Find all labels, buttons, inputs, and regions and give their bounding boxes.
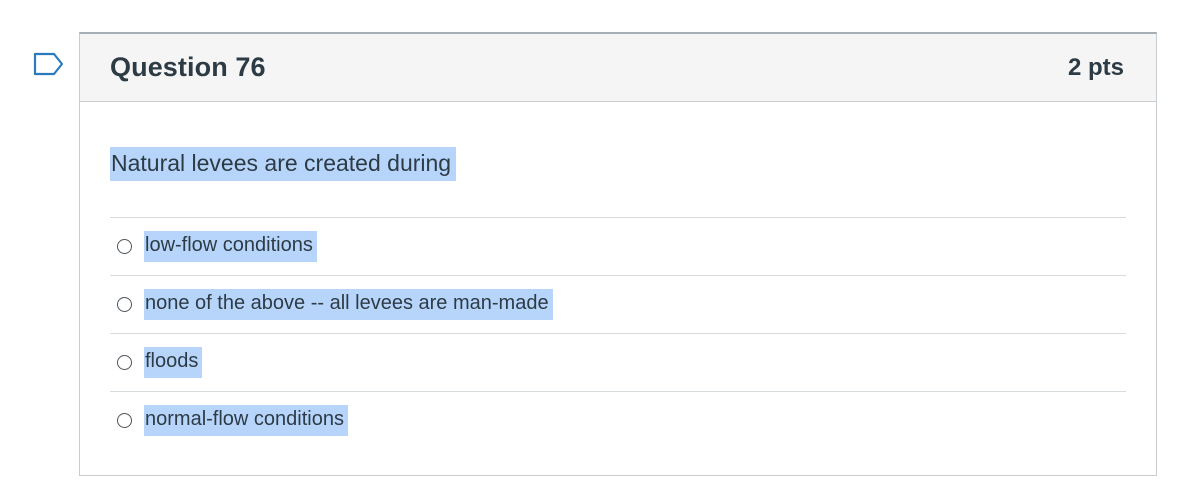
answer-list: low-flow conditions none of the above --… xyxy=(110,217,1126,449)
answer-option[interactable]: normal-flow conditions xyxy=(110,392,1126,449)
answer-option[interactable]: low-flow conditions xyxy=(110,218,1126,277)
radio-button[interactable] xyxy=(117,355,132,371)
radio-button[interactable] xyxy=(117,239,132,255)
answer-label[interactable]: none of the above -- all levees are man-… xyxy=(144,289,553,321)
question-body: Natural levees are created during low-fl… xyxy=(80,102,1156,449)
flag-question-icon[interactable] xyxy=(32,52,66,76)
question-text: Natural levees are created during xyxy=(110,147,457,182)
question-card: Question 76 2 pts Natural levees are cre… xyxy=(79,32,1157,476)
answer-option[interactable]: none of the above -- all levees are man-… xyxy=(110,276,1126,335)
answer-label[interactable]: normal-flow conditions xyxy=(144,405,348,437)
radio-button[interactable] xyxy=(117,297,132,313)
answer-option[interactable]: floods xyxy=(110,334,1126,393)
answer-label[interactable]: floods xyxy=(144,347,203,379)
question-title: Question 76 xyxy=(110,52,266,82)
question-header: Question 76 2 pts xyxy=(80,34,1156,102)
answer-label[interactable]: low-flow conditions xyxy=(144,231,317,263)
radio-button[interactable] xyxy=(117,413,132,429)
question-points: 2 pts xyxy=(1067,53,1124,81)
